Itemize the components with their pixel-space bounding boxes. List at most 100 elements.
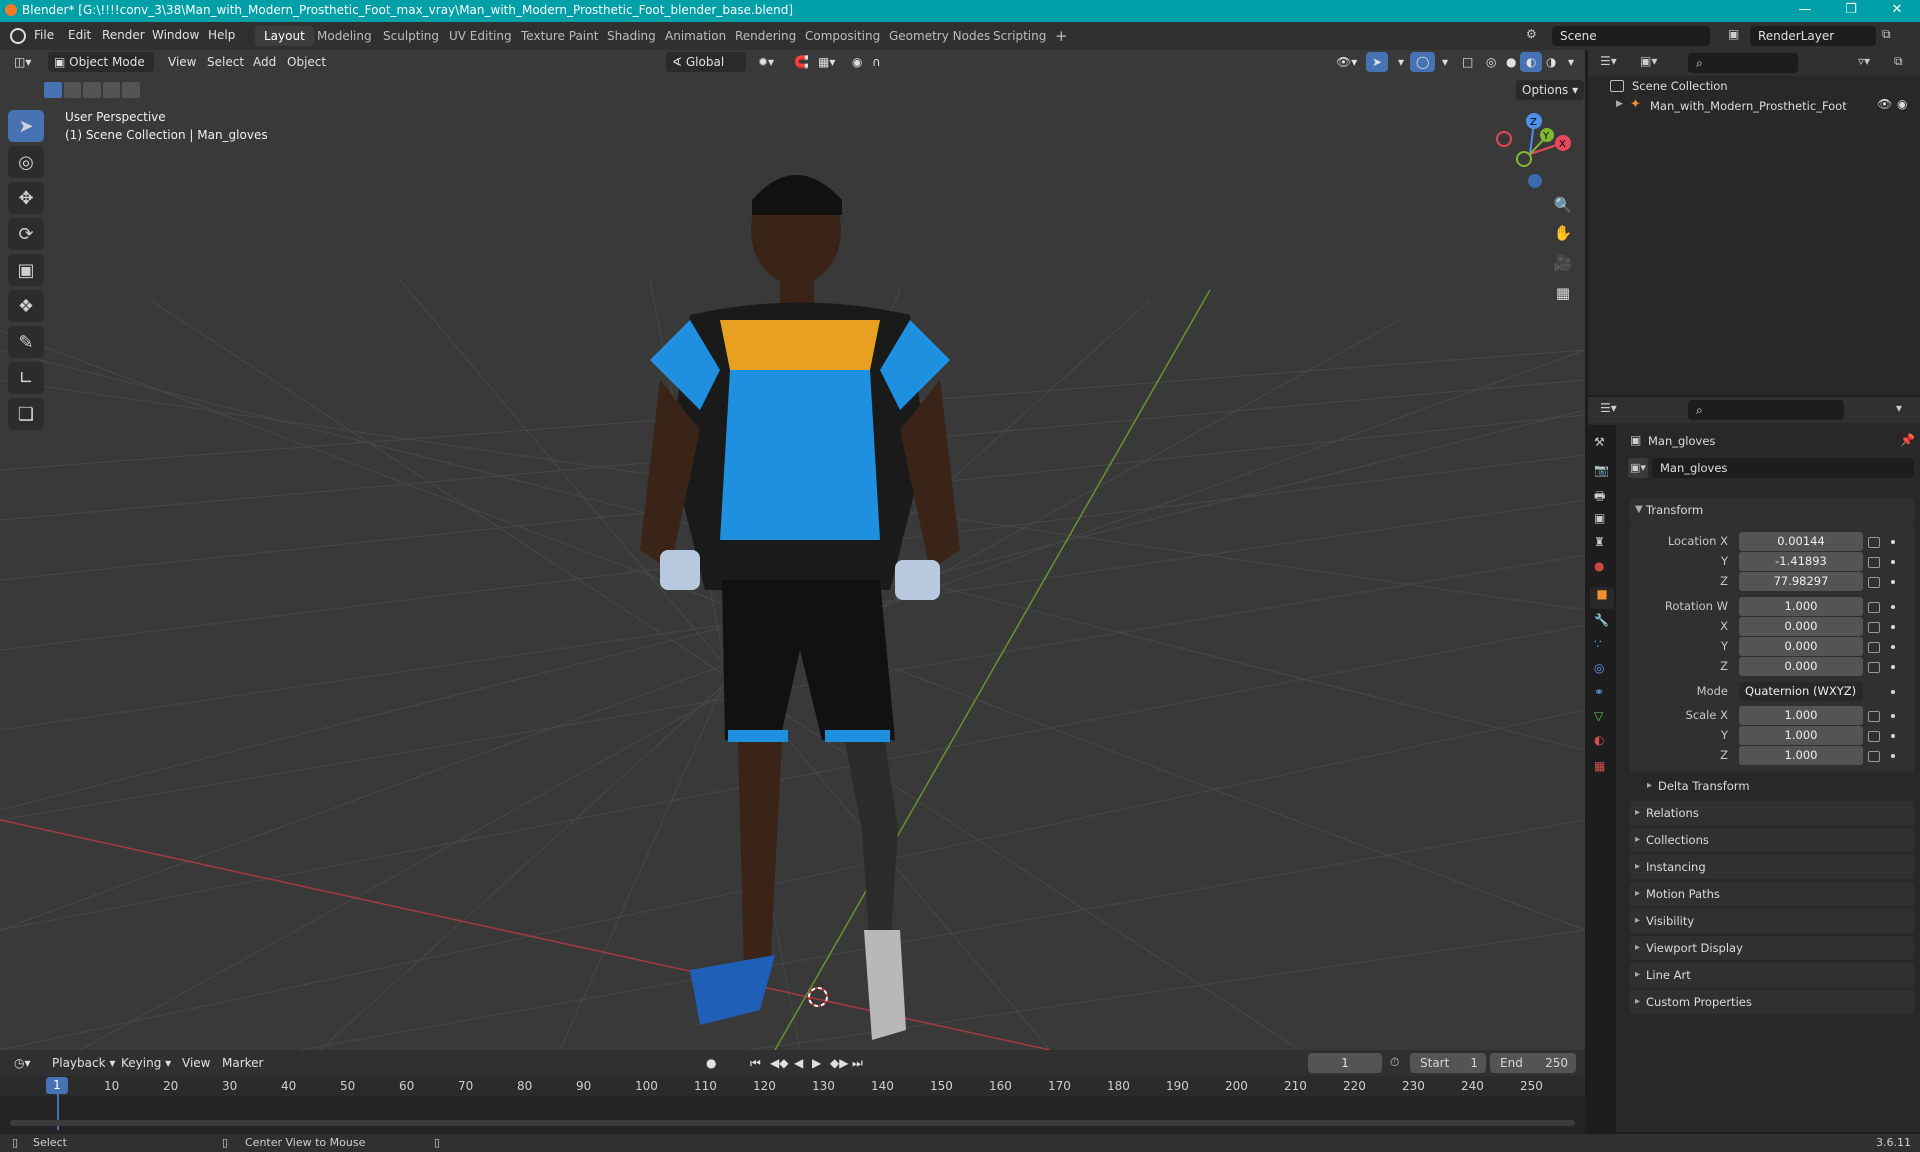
lock-icon[interactable] [1868,602,1880,613]
select-box-tool[interactable]: ➤ [8,110,44,142]
tab-uv-editing[interactable]: UV Editing [440,26,521,46]
select-invert-icon[interactable] [102,82,121,98]
scale-z-field[interactable]: 1.000 [1739,746,1863,765]
ortho-grid-icon[interactable]: ▦ [1552,284,1574,306]
panel-visibility[interactable]: ▸ Visibility [1630,909,1914,933]
playhead-frame-label[interactable]: 1 [46,1077,68,1094]
pin-icon[interactable]: 📌 [1900,433,1915,447]
tab-shading[interactable]: Shading [598,26,665,46]
scene-icon[interactable]: ⚙ [1526,27,1546,45]
select-intersect-icon[interactable] [122,82,140,98]
tab-compositing[interactable]: Compositing [796,26,889,46]
properties-search-input[interactable]: ⌕ [1688,400,1844,420]
panel-motion-paths[interactable]: ▸ Motion Paths [1630,882,1914,906]
blender-menu-icon[interactable] [10,28,26,44]
tab-rendering[interactable]: Rendering [726,26,805,46]
keyframe-dot-icon[interactable] [1891,714,1895,718]
location-x-field[interactable]: 0.00144 [1739,532,1863,551]
snap-target-icon[interactable]: ▦▾ [812,52,841,72]
object-name-field[interactable]: Man_gloves [1652,458,1914,478]
delta-transform-subpanel[interactable]: ▸ Delta Transform [1642,776,1912,796]
3d-viewport[interactable]: User Perspective (1) Scene Collection | … [0,50,1585,1050]
options-dropdown[interactable]: Options ▾ [1516,80,1585,100]
measure-tool[interactable]: ∟ [8,362,44,394]
menu-file[interactable]: File [34,28,54,42]
lock-icon[interactable] [1868,662,1880,673]
add-cube-tool[interactable]: ❏ [8,398,44,430]
particles-tab-icon[interactable]: ∵ [1594,637,1602,651]
keyframe-dot-icon[interactable] [1891,605,1895,609]
select-subtract-icon[interactable] [83,82,101,98]
menu-keying[interactable]: Keying ▾ [115,1053,177,1073]
location-z-field[interactable]: 77.98297 [1739,572,1863,591]
select-extend-icon[interactable] [63,82,82,98]
render-tab-icon[interactable]: 📷 [1594,463,1609,477]
new-layer-icon[interactable]: ⧉ [1882,27,1891,42]
gizmo-menu-icon[interactable]: ▾ [1392,52,1410,72]
lock-icon[interactable] [1868,577,1880,588]
tab-animation[interactable]: Animation [656,26,735,46]
texture-tab-icon[interactable]: ▦ [1594,759,1605,773]
menu-render[interactable]: Render [102,28,145,42]
record-keyframe-icon[interactable]: ● [700,1053,722,1073]
gizmo-toggle-icon[interactable]: ➤ [1366,52,1389,72]
panel-viewport-display[interactable]: ▸ Viewport Display [1630,936,1914,960]
tab-modeling[interactable]: Modeling [308,26,381,46]
scale-y-field[interactable]: 1.000 [1739,726,1863,745]
view-layer-tab-icon[interactable]: ▣ [1594,511,1605,525]
rotation-z-field[interactable]: 0.000 [1739,657,1863,676]
keyframe-dot-icon[interactable] [1891,625,1895,629]
navigation-gizmo[interactable]: Z Y X [1490,110,1574,194]
properties-editor-icon[interactable]: ☰▾ [1600,401,1617,415]
scene-selector[interactable]: Scene [1552,26,1710,46]
keyframe-dot-icon[interactable] [1891,690,1895,694]
keyframe-dot-icon[interactable] [1891,580,1895,584]
menu-edit[interactable]: Edit [68,28,91,42]
tab-sculpting[interactable]: Sculpting [374,26,448,46]
object-tab-icon[interactable]: ■ [1590,587,1614,609]
material-tab-icon[interactable]: ◐ [1594,733,1604,747]
overlays-menu-icon[interactable]: ▾ [1436,52,1454,72]
scale-tool[interactable]: ▣ [8,254,44,286]
physics-tab-icon[interactable]: ◎ [1594,661,1604,675]
panel-collections[interactable]: ▸ Collections [1630,828,1914,852]
snap-icon[interactable]: 🧲 [788,52,815,72]
close-icon[interactable]: ✕ [1874,0,1920,22]
menu-select[interactable]: Select [201,52,250,72]
editor-type-icon[interactable]: ◫▾ [8,52,37,72]
add-workspace-icon[interactable]: + [1046,26,1077,46]
rotation-w-field[interactable]: 1.000 [1739,597,1863,616]
current-frame-field[interactable]: 1 [1308,1053,1382,1073]
maximize-icon[interactable]: ❐ [1828,0,1874,22]
lock-icon[interactable] [1868,642,1880,653]
tab-layout[interactable]: Layout [255,26,314,46]
keyframe-dot-icon[interactable] [1891,665,1895,669]
properties-options-icon[interactable]: ▾ [1896,401,1902,415]
location-y-field[interactable]: -1.41893 [1739,552,1863,571]
expand-arrow-icon[interactable]: ▶ [1616,99,1623,109]
object-browse-icon[interactable]: ▣▾ [1628,458,1648,478]
transform-tool[interactable]: ❖ [8,290,44,322]
menu-object[interactable]: Object [281,52,332,72]
zoom-icon[interactable]: 🔍 [1552,196,1574,218]
stopwatch-icon[interactable]: ⏱ [1390,1055,1399,1070]
timeline-editor-icon[interactable]: ◷▾ [8,1053,37,1073]
panel-relations[interactable]: ▸ Relations [1630,801,1914,825]
start-frame-field[interactable]: Start 1 [1410,1053,1486,1073]
pan-hand-icon[interactable]: ✋ [1552,224,1574,246]
menu-view[interactable]: View [162,52,202,72]
render-layer-selector[interactable]: RenderLayer [1750,26,1876,46]
outliner-search-input[interactable]: ⌕ [1688,53,1798,73]
world-tab-icon[interactable]: ● [1594,559,1604,573]
keyframe-dot-icon[interactable] [1891,754,1895,758]
lock-icon[interactable] [1868,711,1880,722]
new-collection-icon[interactable]: ⧉ [1894,54,1903,69]
scale-x-field[interactable]: 1.000 [1739,706,1863,725]
filter-icon[interactable]: ▿▾ [1858,54,1870,68]
rotate-tool[interactable]: ⟳ [8,218,44,250]
panel-line-art[interactable]: ▸ Line Art [1630,963,1914,987]
move-tool[interactable]: ✥ [8,182,44,214]
timeline-scrollbar[interactable] [10,1120,1575,1126]
scene-tab-icon[interactable]: ♜ [1594,535,1605,549]
jump-end-icon[interactable]: ⏭ [846,1053,869,1073]
